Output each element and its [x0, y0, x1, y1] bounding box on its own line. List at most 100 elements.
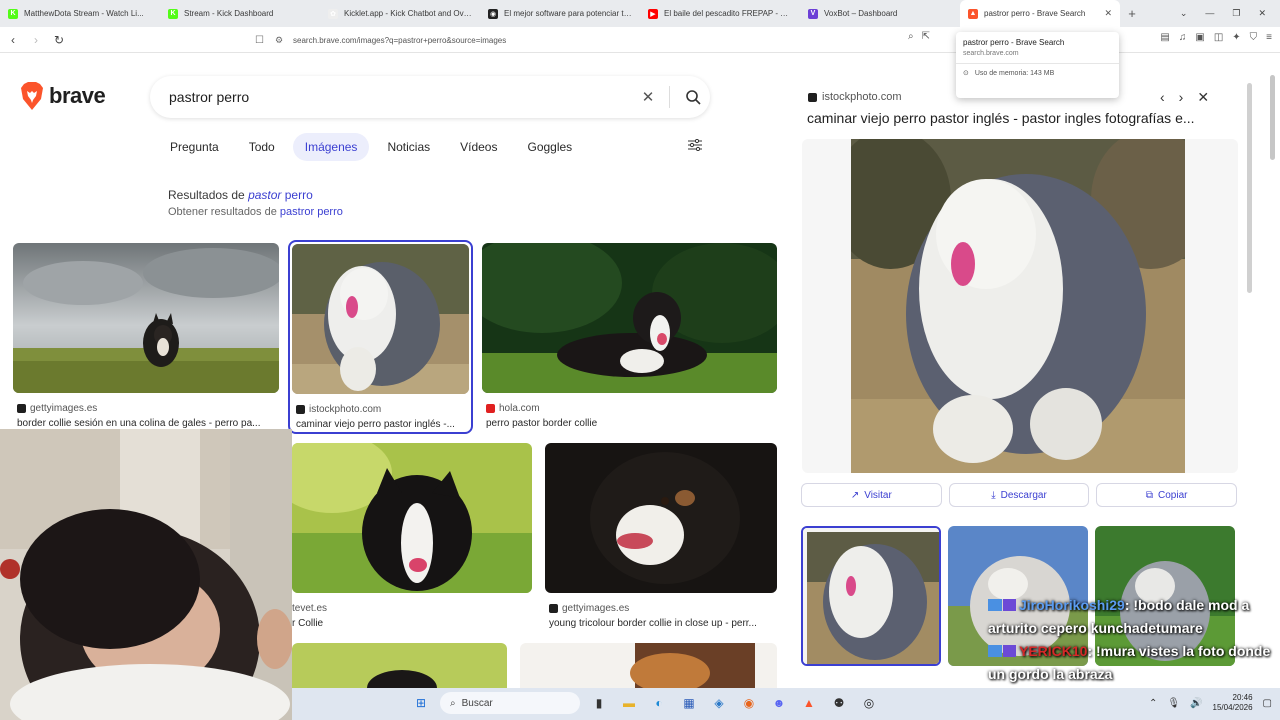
result-source: tevet.es	[292, 603, 328, 614]
close-preview-icon[interactable]: ✕	[1197, 89, 1209, 106]
url-text[interactable]: search.brave.com/images?q=pastror+perro&…	[293, 36, 960, 45]
filter-tab-goggles[interactable]: Goggles	[515, 133, 584, 161]
wallet-icon[interactable]: ◫	[1214, 32, 1223, 43]
result-thumbnail[interactable]	[545, 443, 777, 593]
next-image-icon[interactable]: ›	[1179, 89, 1184, 106]
notifications-icon[interactable]: ▢	[1263, 698, 1272, 709]
original-query-link[interactable]: pastror perro	[280, 206, 343, 218]
image-result[interactable]: gettyimages.es border collie sesión en u…	[13, 243, 279, 433]
search-input[interactable]: pastror perro	[169, 89, 633, 105]
close-tab-icon[interactable]: ✕	[1104, 8, 1112, 19]
filter-tab-vídeos[interactable]: Vídeos	[448, 133, 509, 161]
firefox-icon[interactable]: ◉	[738, 692, 760, 714]
search-box[interactable]: pastror perro ✕	[150, 76, 710, 118]
result-thumbnail[interactable]	[292, 244, 469, 394]
site-info-icon[interactable]: ⚙	[275, 35, 293, 46]
result-caption[interactable]: border collie sesión en una colina de ga…	[17, 418, 279, 429]
browser-tab[interactable]: V VoxBot – Dashboard	[800, 0, 960, 27]
download-button[interactable]: ⤓ Descargar	[948, 483, 1090, 507]
filter-tab-noticias[interactable]: Noticias	[375, 133, 442, 161]
obs-icon[interactable]: ⚉	[828, 692, 850, 714]
related-image-selected[interactable]	[801, 526, 941, 666]
forward-button[interactable]: ›	[26, 33, 46, 47]
back-button[interactable]: ‹	[3, 33, 23, 47]
filter-tab-todo[interactable]: Todo	[237, 133, 287, 161]
result-thumbnail[interactable]	[13, 243, 279, 393]
browser-tab[interactable]: ◉ El mejor software para potenciar tu ...	[480, 0, 640, 27]
image-result-selected[interactable]: istockphoto.com caminar viejo perro past…	[288, 240, 473, 434]
task-view-icon[interactable]: ▮	[588, 692, 610, 714]
corrected-query-word[interactable]: pastor	[248, 188, 281, 202]
sidebar-icon[interactable]: ▣	[1195, 32, 1204, 43]
panel-scrollbar[interactable]	[1247, 83, 1252, 293]
tray-expand-icon[interactable]: ⌃	[1149, 698, 1157, 709]
browser-tab[interactable]: K Stream - Kick Dashboard	[160, 0, 320, 27]
reader-icon[interactable]: ▤	[1160, 32, 1169, 43]
file-explorer-icon[interactable]: ▬	[618, 692, 640, 714]
stream-chat-overlay: JiroHorikoshi29: !bodo dale mod a arturi…	[988, 594, 1280, 686]
music-icon[interactable]: ♫	[1179, 32, 1187, 43]
leo-icon[interactable]: ✦	[1232, 32, 1240, 43]
new-tab-button[interactable]: +	[1120, 6, 1144, 21]
preview-source[interactable]: istockphoto.com	[808, 91, 901, 103]
browser-tab[interactable]: ▶ El baile del pescadito FREPAP - YouT...	[640, 0, 800, 27]
browser-tab[interactable]: ✿ Kicklet.app - Kick Chatbot and Ove...	[320, 0, 480, 27]
shield-icon[interactable]: ⛉	[1250, 32, 1258, 43]
bookmark-icon[interactable]: ☐	[255, 35, 275, 46]
microphone-icon[interactable]: 🎙	[1167, 698, 1180, 709]
network-app-icon[interactable]: ◈	[708, 692, 730, 714]
image-result[interactable]: gettyimages.es young tricolour border co…	[545, 443, 777, 633]
menu-icon[interactable]: ≡	[1266, 32, 1272, 43]
address-bar[interactable]: ☐ ⚙ search.brave.com/images?q=pastror+pe…	[255, 30, 960, 50]
kick-badge-icon	[988, 645, 1002, 657]
close-window-button[interactable]: ✕	[1258, 8, 1266, 19]
image-result[interactable]: hola.com perro pastor border collie	[482, 243, 777, 433]
volume-icon[interactable]: 🔊	[1190, 698, 1202, 709]
clock[interactable]: 20:46 15/04/2026	[1213, 693, 1253, 713]
taskbar-search[interactable]: ⌕ Buscar	[440, 692, 580, 714]
image-result[interactable]: tevet.es r Collie	[292, 443, 532, 633]
result-caption[interactable]: r Collie	[292, 618, 528, 629]
share-icon[interactable]: ⇱	[922, 31, 930, 42]
page-scrollbar-thumb[interactable]	[1270, 75, 1275, 160]
preview-image[interactable]	[851, 139, 1185, 473]
filter-settings-icon[interactable]	[688, 138, 702, 156]
browser-tab[interactable]: ▲ pastror perro - Brave Search ✕	[960, 0, 1120, 27]
result-caption[interactable]: caminar viejo perro pastor inglés -...	[296, 419, 466, 430]
discord-icon[interactable]: ☻	[768, 692, 790, 714]
browser-tab[interactable]: K MatthewDota Stream - Watch Li...	[0, 0, 160, 27]
tab-title: El mejor software para potenciar tu ...	[504, 9, 632, 18]
image-result[interactable]	[292, 643, 507, 688]
corrected-query-rest[interactable]: perro	[281, 188, 313, 202]
original-query-text: Obtener resultados de pastror perro	[168, 206, 343, 218]
preview-title[interactable]: caminar viejo perro pastor inglés - past…	[807, 110, 1222, 126]
tab-title: El baile del pescadito FREPAP - YouT...	[664, 9, 792, 18]
search-icon[interactable]	[676, 89, 710, 105]
result-thumbnail[interactable]	[520, 643, 777, 688]
tab-favicon-icon: ✿	[328, 8, 338, 19]
tab-search-icon[interactable]: ⌄	[1180, 8, 1188, 19]
source-favicon	[17, 404, 26, 413]
filter-tab-pregunta[interactable]: Pregunta	[158, 133, 231, 161]
copy-button[interactable]: ⧉ Copiar	[1096, 483, 1238, 507]
result-caption[interactable]: perro pastor border collie	[486, 418, 776, 429]
maximize-button[interactable]: ❐	[1232, 8, 1240, 19]
image-result[interactable]	[520, 643, 777, 688]
previous-image-icon[interactable]: ‹	[1160, 89, 1165, 106]
minimize-button[interactable]: —	[1205, 8, 1214, 19]
result-thumbnail[interactable]	[292, 443, 532, 593]
zoom-icon[interactable]: ⌕	[908, 31, 914, 42]
clear-search-icon[interactable]: ✕	[633, 88, 663, 106]
result-thumbnail[interactable]	[482, 243, 777, 393]
start-icon[interactable]: ⊞	[410, 692, 432, 714]
reload-button[interactable]: ↻	[49, 33, 69, 47]
brave-logo[interactable]: brave	[20, 82, 106, 110]
store-icon[interactable]: ▦	[678, 692, 700, 714]
visit-button[interactable]: ↗ Visitar	[801, 483, 942, 507]
result-thumbnail[interactable]	[292, 643, 507, 688]
result-caption[interactable]: young tricolour border collie in close u…	[549, 618, 777, 629]
brave-taskbar-icon[interactable]: ▲	[798, 692, 820, 714]
edge-icon[interactable]: ◐	[648, 692, 670, 714]
filter-tab-imágenes[interactable]: Imágenes	[292, 133, 370, 161]
app-icon[interactable]: ◎	[858, 692, 880, 714]
